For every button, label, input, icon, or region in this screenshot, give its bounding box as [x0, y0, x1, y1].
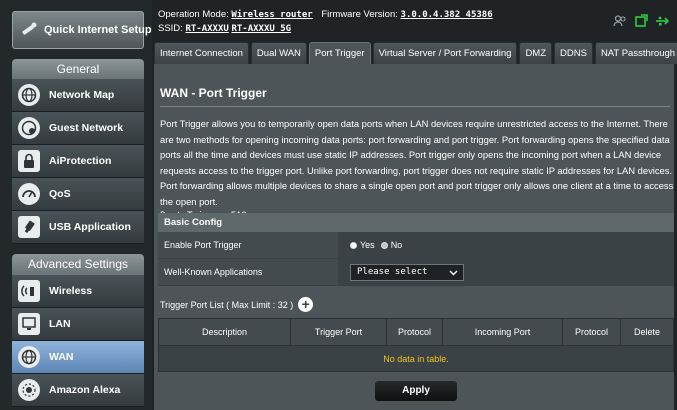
sidebar-item-label: USB Application [49, 221, 131, 233]
tab-virtual-server[interactable]: Virtual Server / Port Forwarding [372, 42, 518, 64]
apply-button[interactable]: Apply [374, 380, 458, 402]
column-header-description: Description [158, 318, 291, 346]
trigger-port-table: Description Trigger Port Protocol Incomi… [158, 318, 674, 372]
monitor-icon [18, 313, 40, 335]
tab-ddns[interactable]: DDNS [554, 42, 593, 64]
sidebar-item-qos[interactable]: QoS [12, 178, 144, 211]
sidebar-item-wireless[interactable]: Wireless [12, 275, 144, 308]
radio-dot [350, 241, 357, 249]
usb-icon [18, 216, 40, 238]
ssid-5g-link[interactable]: RT-AXXXU_5G [231, 24, 291, 34]
sidebar-item-wan[interactable]: WAN [12, 341, 144, 374]
table-row: No data in table. [158, 345, 674, 372]
firmware-label: Firmware Version: [321, 9, 398, 20]
column-header-trigger-port: Trigger Port [290, 318, 387, 346]
chevron-down-icon [449, 265, 458, 286]
status-icons [613, 14, 670, 31]
enable-no-radio[interactable]: No [380, 240, 403, 250]
column-header-delete: Delete [620, 318, 674, 346]
column-header-protocol-2: Protocol [562, 318, 621, 346]
tab-bar: Internet Connection Dual WAN Port Trigge… [154, 42, 677, 64]
firmware-version-link[interactable]: 3.0.0.4.382_45386 [401, 10, 493, 20]
empty-table-message: No data in table. [158, 345, 674, 372]
column-header-incoming-port: Incoming Port [442, 318, 563, 346]
alexa-icon [18, 379, 40, 401]
sidebar-item-label: Wireless [49, 285, 93, 297]
sidebar-item-aiprotection[interactable]: AiProtection [12, 145, 144, 178]
well-known-applications-control: Please select [338, 259, 674, 285]
add-rule-button[interactable]: + [298, 297, 314, 312]
well-known-applications-label: Well-Known Applications [158, 259, 338, 285]
speedometer-icon [18, 183, 40, 205]
trigger-port-list-label: Trigger Port List ( Max Limit : 32 ) [160, 299, 294, 310]
advanced-settings-section-title: Advanced Settings [12, 254, 144, 275]
enable-port-trigger-label: Enable Port Trigger [158, 232, 338, 258]
sidebar-item-label: LAN [49, 318, 71, 330]
quick-internet-setup-button[interactable]: Quick Internet Setup [12, 11, 152, 49]
basic-config-header: Basic Config [158, 213, 674, 232]
no-label: No [390, 240, 403, 250]
sidebar-item-label: AiProtection [49, 155, 112, 167]
operation-mode-label: Operation Mode: [158, 9, 229, 20]
yes-label: Yes [360, 240, 375, 250]
ssid-2g-link[interactable]: RT-AXXXU [185, 24, 228, 34]
sidebar: Quick Internet Setup General Network Map… [0, 0, 152, 410]
well-known-applications-select[interactable]: Please select [350, 263, 464, 281]
router-info: Operation Mode: Wireless router Firmware… [158, 8, 493, 36]
main-panel: WAN - Port Trigger Port Trigger allows y… [154, 64, 674, 410]
globe-icon [18, 346, 40, 368]
sidebar-item-label: QoS [49, 188, 71, 200]
select-value: Please select [357, 266, 428, 277]
radio-dot [380, 241, 388, 249]
ssid-label: SSID: [158, 23, 183, 34]
sidebar-item-label: Network Map [49, 89, 115, 101]
page-title: WAN - Port Trigger [160, 86, 267, 100]
lock-icon [18, 150, 40, 172]
table-header-row: Description Trigger Port Protocol Incomi… [158, 318, 674, 346]
title-divider [160, 106, 670, 107]
guest-network-icon [18, 117, 40, 139]
tab-nat-passthrough[interactable]: NAT Passthrough [594, 42, 677, 64]
users-icon[interactable] [613, 15, 627, 30]
sidebar-item-lan[interactable]: LAN [12, 308, 144, 341]
enable-port-trigger-control: Yes No [338, 232, 674, 258]
usb-status-icon[interactable] [655, 14, 670, 31]
enable-yes-radio[interactable]: Yes [350, 240, 375, 250]
tab-dmz[interactable]: DMZ [519, 42, 553, 64]
tab-internet-connection[interactable]: Internet Connection [154, 42, 249, 64]
description-text: Port Trigger allows you to temporarily o… [160, 118, 674, 207]
sidebar-item-label: WAN [49, 351, 74, 363]
sidebar-item-network-map[interactable]: Network Map [12, 79, 144, 112]
general-section-title: General [12, 59, 144, 79]
sidebar-item-label: Guest Network [49, 122, 124, 134]
enable-port-trigger-row: Enable Port Trigger Yes No [158, 232, 674, 259]
tab-port-trigger[interactable]: Port Trigger [308, 42, 371, 64]
quick-internet-setup-label: Quick Internet Setup [44, 24, 152, 36]
globe-icon [18, 84, 40, 106]
tab-dual-wan[interactable]: Dual WAN [250, 42, 307, 64]
sidebar-item-amazon-alexa[interactable]: Amazon Alexa [12, 374, 144, 407]
column-header-protocol: Protocol [386, 318, 443, 346]
wifi-icon [18, 280, 40, 302]
trigger-port-list-title: Trigger Port List ( Max Limit : 32 ) + [160, 297, 314, 312]
sidebar-item-usb-application[interactable]: USB Application [12, 211, 144, 244]
internet-status-icon[interactable] [634, 14, 648, 31]
well-known-applications-row: Well-Known Applications Please select [158, 259, 674, 286]
operation-mode-link[interactable]: Wireless router [231, 10, 312, 20]
sidebar-item-label: Amazon Alexa [49, 384, 121, 396]
page-description: Port Trigger allows you to temporarily o… [160, 116, 674, 225]
wand-icon [19, 19, 39, 41]
sidebar-item-guest-network[interactable]: Guest Network [12, 112, 144, 145]
